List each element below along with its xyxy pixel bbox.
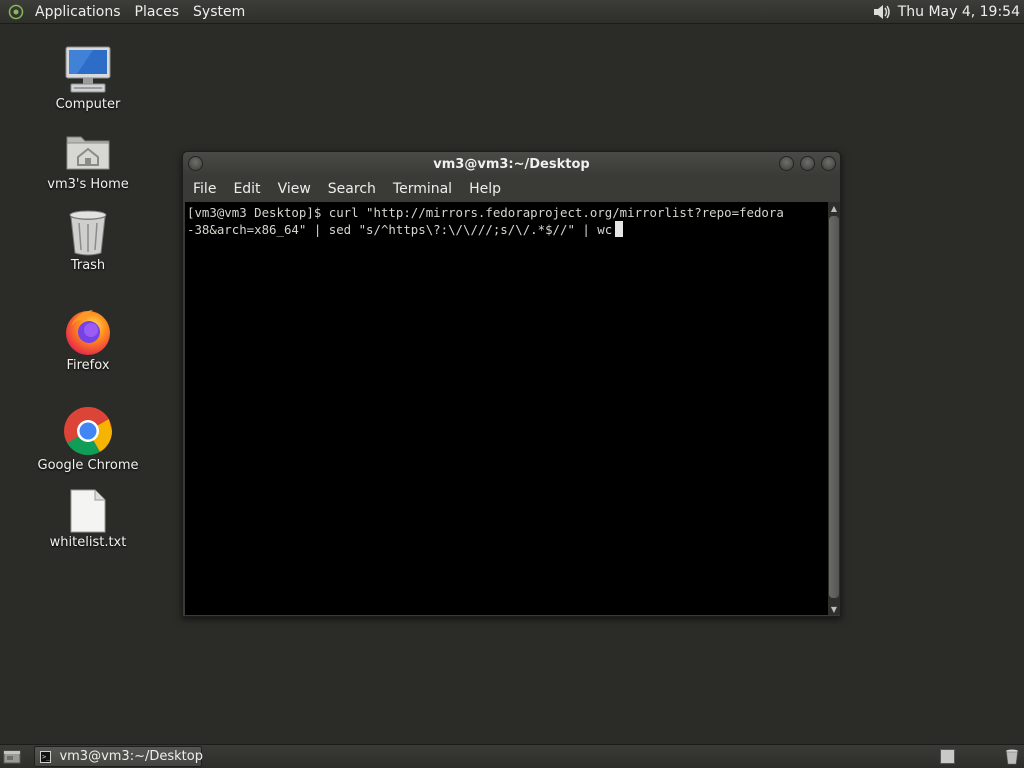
scroll-up-arrow-icon[interactable]: ▲ [828,202,840,214]
desktop-icon-label: Trash [70,258,106,273]
desktop-icon-home[interactable]: vm3's Home [28,127,148,192]
desktop-icon-chrome[interactable]: Google Chrome [28,406,148,473]
window-title: vm3@vm3:~/Desktop [433,156,590,172]
system-menu[interactable]: System [186,1,252,23]
top-panel: Applications Places System Thu May 4, 19… [0,0,1024,24]
workspace-switcher[interactable] [940,749,955,764]
places-menu[interactable]: Places [128,1,187,23]
applications-menu[interactable]: Applications [28,1,128,23]
terminal-output[interactable]: [vm3@vm3 Desktop]$ curl "http://mirrors.… [185,202,828,615]
desktop-icon-firefox[interactable]: Firefox [28,306,148,373]
desktop-icon-trash[interactable]: Trash [28,208,148,273]
maximize-button[interactable] [800,156,815,171]
window-titlebar[interactable]: vm3@vm3:~/Desktop [183,152,840,176]
menu-terminal[interactable]: Terminal [387,181,458,197]
scroll-down-arrow-icon[interactable]: ▼ [828,603,840,615]
terminal-scrollbar[interactable]: ▲ ▼ [828,202,840,615]
scrollbar-thumb[interactable] [829,216,839,598]
desktop-icon-label: Firefox [66,358,110,373]
window-menu-button[interactable] [188,156,203,171]
trash-applet-icon[interactable] [1004,748,1020,765]
home-folder-icon [66,136,110,170]
terminal-line-current: -38&arch=x86_64" | sed "s/^https\?:\/\//… [187,221,826,238]
menu-edit[interactable]: Edit [227,181,266,197]
terminal-icon: >_ [40,750,52,763]
firefox-icon [66,310,110,355]
chrome-icon [64,406,112,456]
menu-search[interactable]: Search [322,181,382,197]
desktop-icon-label: whitelist.txt [49,535,127,550]
speaker-icon[interactable] [870,1,892,23]
gnome-foot-icon[interactable] [8,4,24,20]
terminal-line: [vm3@vm3 Desktop]$ curl "http://mirrors.… [187,205,784,220]
desktop-icon-computer[interactable]: Computer [28,45,148,112]
desktop-icon-label: Computer [55,97,121,112]
trash-icon [69,210,107,256]
menu-view[interactable]: View [272,181,317,197]
menu-help[interactable]: Help [463,181,507,197]
terminal-line-text: -38&arch=x86_64" | sed "s/^https\?:\/\//… [187,222,613,237]
minimize-button[interactable] [779,156,794,171]
desktop-icon-whitelist[interactable]: whitelist.txt [28,489,148,550]
show-desktop-icon[interactable] [3,749,21,764]
taskbar-button-label: vm3@vm3:~/Desktop [59,749,203,764]
top-panel-tray: Thu May 4, 19:54 [870,0,1024,24]
close-button[interactable] [821,156,836,171]
desktop-icon-label: Google Chrome [37,458,139,473]
menu-file[interactable]: File [187,181,222,197]
bottom-panel: >_ vm3@vm3:~/Desktop [0,744,1024,768]
terminal-menubar: File Edit View Search Terminal Help [183,176,840,202]
terminal-window[interactable]: vm3@vm3:~/Desktop File Edit View Search … [182,151,841,617]
text-file-icon [70,489,106,533]
computer-icon [65,46,111,93]
desktop-icon-label: vm3's Home [47,177,129,192]
taskbar-button-terminal[interactable]: >_ vm3@vm3:~/Desktop [34,746,203,767]
text-cursor [615,221,624,237]
clock[interactable]: Thu May 4, 19:54 [892,4,1024,20]
